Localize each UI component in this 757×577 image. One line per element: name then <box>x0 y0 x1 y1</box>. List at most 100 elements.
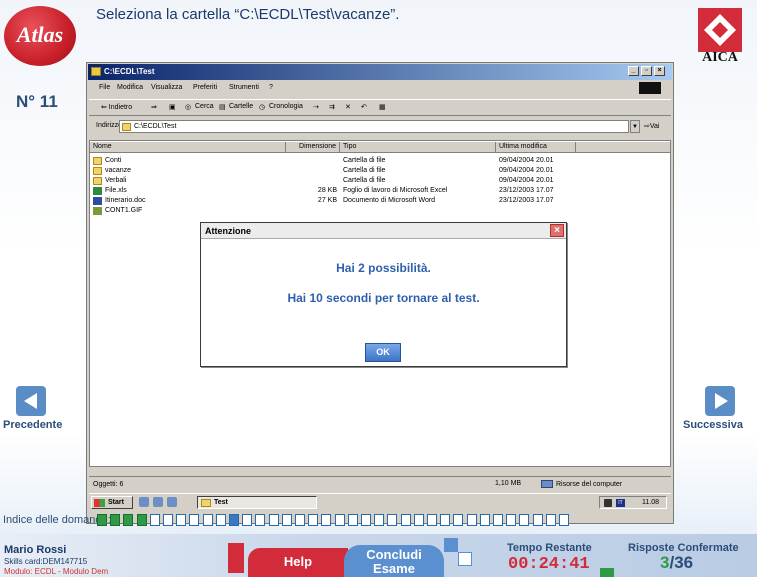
file-row-itinerario[interactable]: Itinerario.doc 27 KB Documento di Micros… <box>90 196 670 206</box>
go-button[interactable]: ⇨Vai <box>644 122 659 130</box>
start-button[interactable]: Start <box>91 496 133 509</box>
file-row-vacanze[interactable]: vacanze Cartella di file 09/04/2004 20.0… <box>90 166 670 176</box>
question-index-box[interactable] <box>479 514 490 526</box>
question-index-box[interactable] <box>334 514 345 526</box>
file-row-verbali[interactable]: Verbali Cartella di file 09/04/2004 20.0… <box>90 176 670 186</box>
desktop-icon[interactable] <box>153 497 163 507</box>
forward-button[interactable]: ⇒ <box>151 103 157 111</box>
question-index-box[interactable] <box>215 514 226 526</box>
question-index-box[interactable] <box>493 514 503 526</box>
browser-icon[interactable] <box>139 497 149 507</box>
file-type: Cartella di file <box>343 157 386 164</box>
question-index-box[interactable] <box>202 514 213 526</box>
question-index-box[interactable] <box>387 514 398 526</box>
menu-strumenti[interactable]: Strumenti <box>229 84 259 91</box>
file-row-file-xls[interactable]: File.xls 28 KB Foglio di lavoro di Micro… <box>90 186 670 196</box>
language-indicator[interactable]: IT <box>616 499 625 507</box>
status-location-label: Risorse del computer <box>556 480 623 488</box>
question-index-box[interactable] <box>466 514 477 526</box>
menu-help[interactable]: ? <box>269 84 273 91</box>
question-index-box[interactable] <box>163 514 173 526</box>
address-dropdown-button[interactable]: ▼ <box>630 120 640 133</box>
question-index-box[interactable] <box>176 514 187 526</box>
close-window-button[interactable]: × <box>654 66 665 76</box>
word-file-icon <box>93 197 102 205</box>
copy-to-icon[interactable]: ⇉ <box>329 103 335 111</box>
question-index-box[interactable] <box>136 514 147 526</box>
question-index-box[interactable] <box>347 514 358 526</box>
search-button[interactable]: Cerca <box>195 103 214 110</box>
next-arrow-icon[interactable] <box>705 386 735 416</box>
question-index-box[interactable] <box>281 514 292 526</box>
question-index-box[interactable] <box>295 514 305 526</box>
question-index-box[interactable] <box>400 514 411 526</box>
question-index-box[interactable] <box>242 514 253 526</box>
question-index-box[interactable] <box>532 514 543 526</box>
dialog-message-attempts: Hai 2 possibilità. <box>336 261 431 275</box>
arrow-right-icon <box>715 393 728 409</box>
question-index-box[interactable] <box>308 514 319 526</box>
question-index-box[interactable] <box>255 514 266 526</box>
address-input[interactable]: C:\ECDL\Test <box>119 120 629 133</box>
question-index-box[interactable] <box>189 514 200 526</box>
help-button[interactable]: Help <box>248 548 348 577</box>
question-index-box[interactable] <box>427 514 437 526</box>
folders-button[interactable]: Cartelle <box>229 103 253 110</box>
question-index-box[interactable] <box>545 514 556 526</box>
menu-file[interactable]: File <box>99 84 110 91</box>
question-index-box[interactable] <box>361 514 371 526</box>
menu-modifica[interactable]: Modifica <box>117 84 143 91</box>
minimize-button[interactable]: _ <box>628 66 639 76</box>
attention-dialog: Attenzione × Hai 2 possibilità. Hai 10 s… <box>200 222 567 367</box>
maximize-button[interactable]: ▫ <box>641 66 652 76</box>
previous-arrow-icon[interactable] <box>16 386 46 416</box>
menu-visualizza[interactable]: Visualizza <box>151 84 182 91</box>
dialog-ok-button[interactable]: OK <box>365 343 401 362</box>
move-to-icon[interactable]: ⇢ <box>313 103 319 111</box>
previous-button[interactable]: Precedente <box>3 419 62 431</box>
question-index-box[interactable] <box>321 514 332 526</box>
question-index-box[interactable] <box>506 514 517 526</box>
column-header-modified[interactable]: Ultima modifica <box>496 142 576 153</box>
delete-icon[interactable]: ✕ <box>345 103 351 111</box>
file-row-conti[interactable]: Conti Cartella di file 09/04/2004 20.01 <box>90 156 670 166</box>
question-index-box[interactable] <box>123 514 134 526</box>
question-index-box[interactable] <box>374 514 385 526</box>
aica-label: AICA <box>702 50 738 65</box>
folder-icon <box>93 177 102 185</box>
question-index-box[interactable] <box>453 514 464 526</box>
question-index-box[interactable] <box>440 514 451 526</box>
question-index-box[interactable] <box>559 514 569 526</box>
question-index-box[interactable] <box>110 514 121 526</box>
time-remaining-label: Tempo Restante <box>507 542 592 554</box>
conclude-exam-button[interactable]: Concludi Esame <box>344 545 444 577</box>
window-titlebar[interactable]: C:\ECDL\Test _ ▫ × <box>88 64 672 80</box>
menu-preferiti[interactable]: Preferiti <box>193 84 217 91</box>
dialog-close-button[interactable]: × <box>550 224 564 237</box>
question-index-box[interactable] <box>97 514 107 526</box>
up-folder-icon[interactable]: ▣ <box>169 103 176 111</box>
views-icon[interactable]: ▦ <box>379 103 386 111</box>
taskbar-item-test[interactable]: Test <box>197 496 317 509</box>
column-header-type[interactable]: Tipo <box>340 142 496 153</box>
file-name: Verbali <box>105 177 127 184</box>
question-index-box[interactable] <box>268 514 279 526</box>
status-object-count: Oggetti: 6 <box>93 481 124 488</box>
back-button[interactable]: ⇐ Indietro <box>101 103 132 111</box>
next-button[interactable]: Successiva <box>683 419 743 431</box>
column-header-name[interactable]: Nome <box>90 142 286 153</box>
speaker-icon[interactable] <box>604 499 612 507</box>
question-index-box[interactable] <box>229 514 239 526</box>
user-name: Mario Rossi <box>4 544 67 556</box>
address-value: C:\ECDL\Test <box>134 123 177 130</box>
undo-icon[interactable]: ↶ <box>361 103 367 111</box>
file-row-cont1-gif[interactable]: CONT1.GIF <box>90 206 670 216</box>
channels-icon[interactable] <box>167 497 177 507</box>
folder-icon <box>122 123 131 131</box>
question-index-box[interactable] <box>149 514 160 526</box>
history-button[interactable]: Cronologia <box>269 103 303 110</box>
quick-launch <box>139 497 187 508</box>
question-index-box[interactable] <box>519 514 530 526</box>
column-header-size[interactable]: Dimensione <box>286 142 340 153</box>
question-index-box[interactable] <box>413 514 424 526</box>
